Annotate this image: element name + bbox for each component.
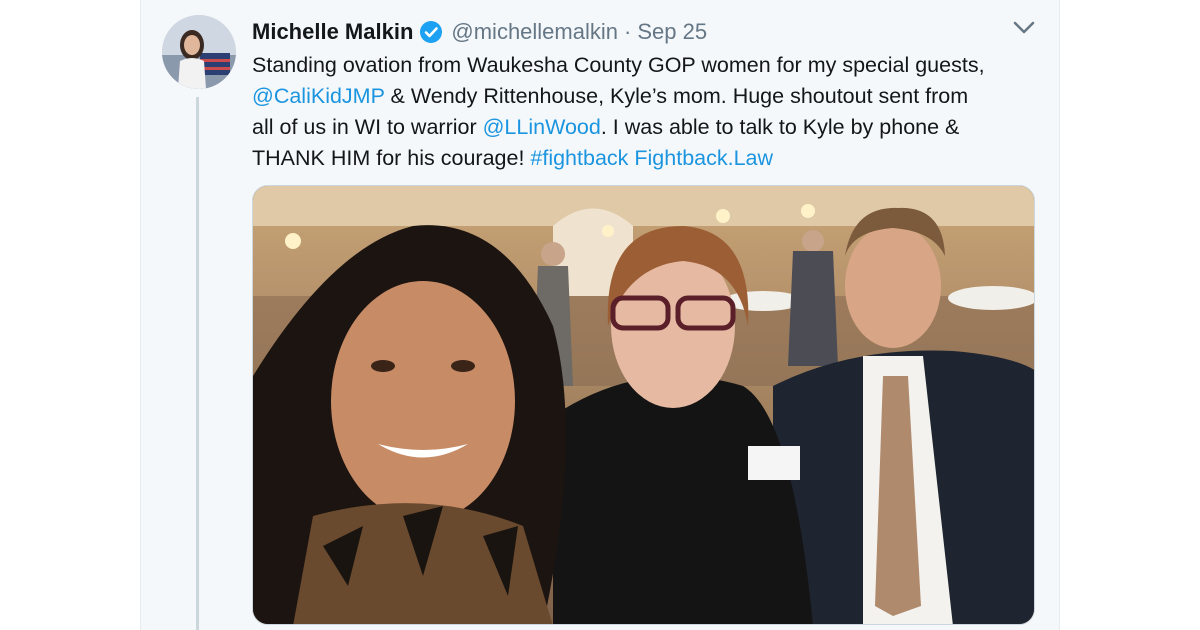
avatar[interactable] (162, 15, 236, 89)
avatar-image (162, 15, 236, 89)
author-name[interactable]: Michelle Malkin (252, 19, 413, 45)
tweet-photo[interactable] (252, 185, 1035, 625)
tweet-text-line-2: @CaliKidJMP & Wendy Rittenhouse, Kyle’s … (252, 81, 1042, 112)
hashtag-fightback[interactable]: #fightback (530, 146, 628, 170)
chevron-down-icon[interactable] (1013, 21, 1035, 35)
link-fightback-law[interactable]: Fightback.Law (634, 146, 773, 170)
tweet-text-fragment: all of us in WI to warrior (252, 115, 483, 139)
tweet-text: Standing ovation from Waukesha County GO… (252, 50, 1042, 174)
mention-calikidjmp[interactable]: @CaliKidJMP (252, 84, 385, 108)
tweet-text-line-1: Standing ovation from Waukesha County GO… (252, 53, 985, 77)
photo-content (253, 186, 1034, 624)
tweet-header: Michelle Malkin @michellemalkin · Sep 25 (252, 17, 707, 47)
tweet-date[interactable]: Sep 25 (637, 19, 707, 45)
author-handle[interactable]: @michellemalkin (451, 19, 618, 45)
tweet-text-line-3: all of us in WI to warrior @LLinWood. I … (252, 112, 1042, 143)
tweet-text-fragment: THANK HIM for his courage! (252, 146, 531, 170)
tweet-text-line-4: THANK HIM for his courage! #fightback Fi… (252, 143, 1042, 174)
header-separator: · (624, 19, 632, 44)
mention-llinwood[interactable]: @LLinWood (483, 115, 601, 139)
tweet-text-fragment: . I was able to talk to Kyle by phone & (600, 115, 960, 139)
verified-badge-icon (420, 21, 443, 43)
thread-line (196, 97, 199, 630)
tweet-text-fragment: & Wendy Rittenhouse, Kyle’s mom. Huge sh… (384, 84, 969, 108)
